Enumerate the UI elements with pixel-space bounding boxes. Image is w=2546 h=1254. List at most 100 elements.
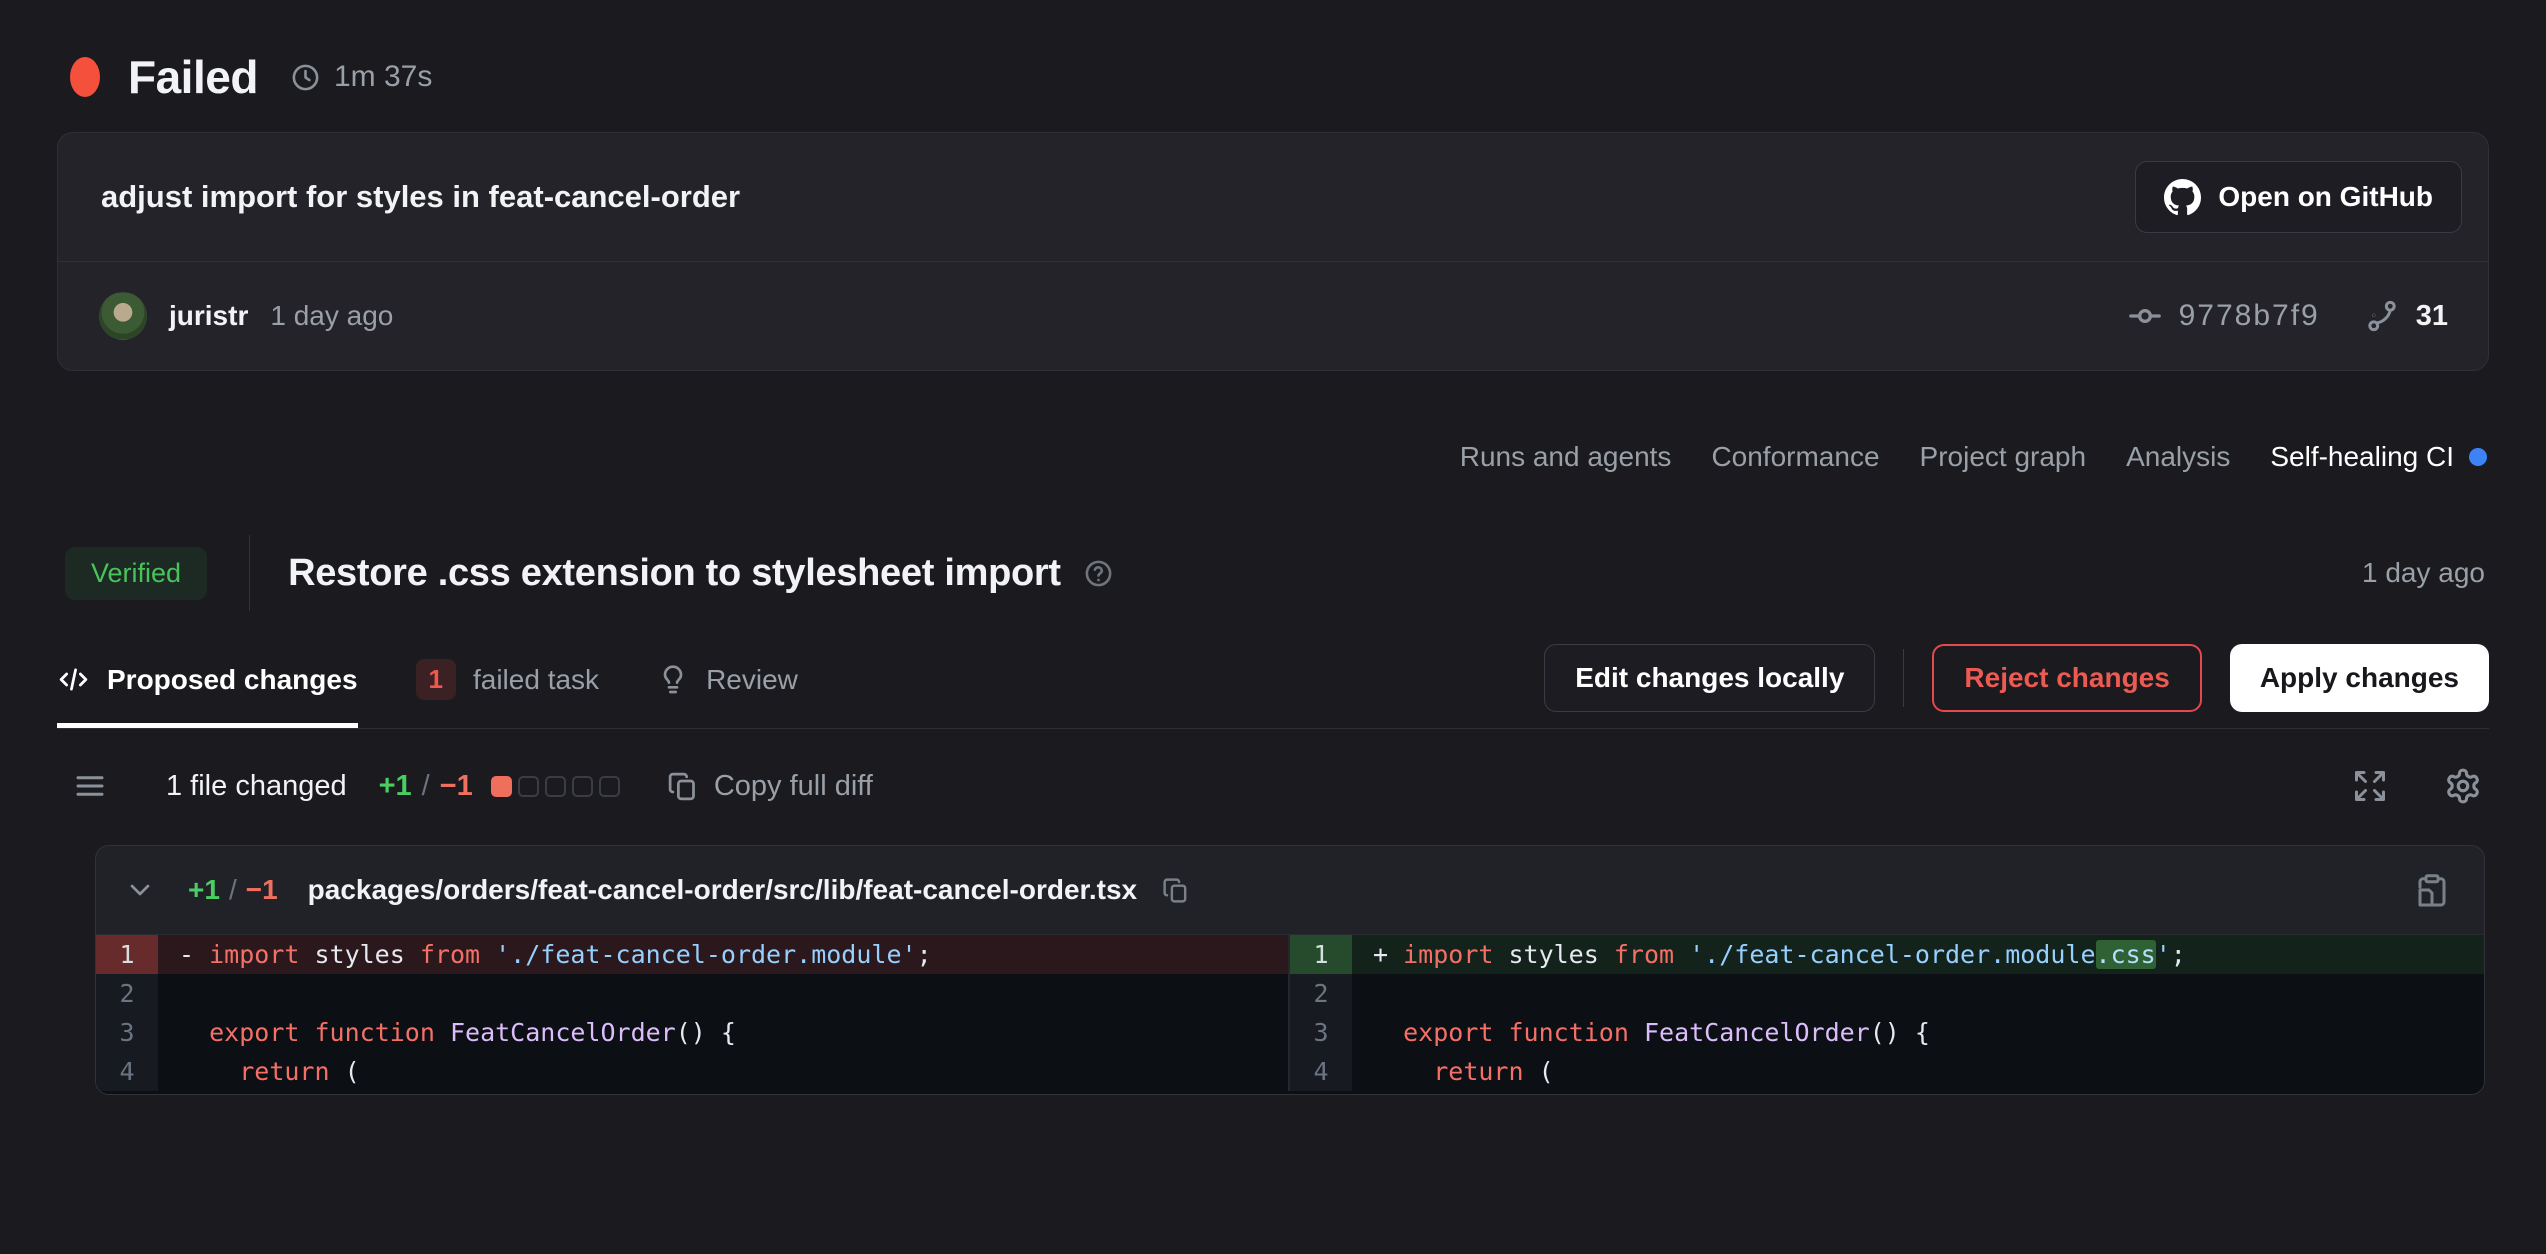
diff-line-old-2: 2 bbox=[96, 974, 1288, 1013]
code-line: return ( bbox=[1352, 1052, 1554, 1091]
line-number: 3 bbox=[1290, 1013, 1352, 1052]
diff-line-new-1: 1+ import styles from './feat-cancel-ord… bbox=[1290, 935, 2484, 974]
file-path: packages/orders/feat-cancel-order/src/li… bbox=[308, 874, 1137, 906]
diff-line-new-3: 3 export function FeatCancelOrder() { bbox=[1290, 1013, 2484, 1052]
copy-full-diff-label: Copy full diff bbox=[714, 770, 873, 803]
line-number: 3 bbox=[96, 1013, 158, 1052]
copy-file-diff-icon[interactable] bbox=[2414, 872, 2450, 908]
commit-message: adjust import for styles in feat-cancel-… bbox=[101, 179, 740, 215]
fix-time-ago: 1 day ago bbox=[2362, 557, 2485, 589]
line-number: 1 bbox=[96, 935, 158, 974]
commit-card: adjust import for styles in feat-cancel-… bbox=[57, 132, 2489, 371]
commit-time-ago: 1 day ago bbox=[270, 300, 393, 332]
pipeline-duration-value: 1m 37s bbox=[334, 60, 432, 94]
github-icon bbox=[2164, 179, 2201, 216]
diff-line-new-2: 2 bbox=[1290, 974, 2484, 1013]
tab-failed-task-label: failed task bbox=[473, 664, 599, 696]
fix-header: Verified Restore .css extension to style… bbox=[0, 473, 2546, 611]
diff-file-card: +1 / −1 packages/orders/feat-cancel-orde… bbox=[95, 845, 2485, 1095]
file-deletions: −1 bbox=[246, 874, 278, 906]
nav-item-runs-and-agents[interactable]: Runs and agents bbox=[1460, 441, 1672, 473]
diff-block bbox=[545, 776, 566, 797]
deletions-count: −1 bbox=[440, 770, 473, 803]
open-on-github-button[interactable]: Open on GitHub bbox=[2135, 161, 2462, 233]
tab-review-label: Review bbox=[706, 664, 798, 696]
diff-block bbox=[599, 776, 620, 797]
tab-review[interactable]: Review bbox=[657, 659, 798, 728]
pipeline-status-row: Failed 1m 37s bbox=[0, 0, 2546, 104]
line-number: 4 bbox=[1290, 1052, 1352, 1091]
commit-meta-row: juristr 1 day ago 9778b7f9 31 bbox=[58, 262, 2488, 370]
line-number: 1 bbox=[1290, 935, 1352, 974]
additions-count: +1 bbox=[379, 770, 412, 803]
open-on-github-label: Open on GitHub bbox=[2218, 181, 2433, 213]
diff-ratio-blocks bbox=[491, 776, 620, 797]
divider bbox=[1903, 649, 1904, 707]
diff-toolbar: 1 file changed +1 / −1 Copy full diff bbox=[72, 767, 2482, 805]
code-line: + import styles from './feat-cancel-orde… bbox=[1352, 935, 2186, 974]
copy-full-diff-button[interactable]: Copy full diff bbox=[666, 770, 873, 803]
fix-title: Restore .css extension to stylesheet imp… bbox=[288, 552, 1061, 595]
commit-sha-value: 9778b7f9 bbox=[2179, 299, 2320, 333]
help-icon[interactable] bbox=[1083, 558, 1114, 589]
code-line: return ( bbox=[158, 1052, 360, 1091]
code-line bbox=[158, 974, 179, 1013]
file-diff-stats: +1 / −1 bbox=[188, 874, 278, 906]
nav-item-self-healing-ci[interactable]: Self-healing CI bbox=[2270, 441, 2487, 473]
commit-sha[interactable]: 9778b7f9 bbox=[2125, 296, 2320, 336]
code-line bbox=[1352, 974, 1373, 1013]
diff-line-new-4: 4 return ( bbox=[1290, 1052, 2484, 1091]
nav-item-analysis[interactable]: Analysis bbox=[2126, 441, 2230, 473]
files-changed-count: 1 file changed bbox=[166, 770, 347, 803]
line-number: 2 bbox=[96, 974, 158, 1013]
pipeline-nav: Runs and agents Conformance Project graph A… bbox=[0, 371, 2546, 473]
branch-link[interactable]: 31 bbox=[2364, 298, 2448, 334]
reject-changes-button[interactable]: Reject changes bbox=[1932, 644, 2201, 712]
tab-proposed-changes[interactable]: Proposed changes bbox=[57, 659, 358, 728]
line-number: 4 bbox=[96, 1052, 158, 1091]
file-additions: +1 bbox=[188, 874, 220, 906]
lightbulb-icon bbox=[657, 664, 689, 696]
commit-icon bbox=[2125, 296, 2165, 336]
pipeline-status-label: Failed bbox=[128, 50, 258, 104]
diff-line-old-1: 1- import styles from './feat-cancel-ord… bbox=[96, 935, 1288, 974]
file-list-menu-icon[interactable] bbox=[72, 768, 108, 804]
diff-pane-old: 1- import styles from './feat-cancel-ord… bbox=[96, 935, 1290, 1091]
code-icon bbox=[57, 663, 90, 696]
commit-title-row: adjust import for styles in feat-cancel-… bbox=[58, 133, 2488, 262]
nav-item-conformance[interactable]: Conformance bbox=[1711, 441, 1879, 473]
failed-status-icon bbox=[70, 57, 100, 97]
diff-block-filled bbox=[491, 776, 512, 797]
branch-number: 31 bbox=[2416, 300, 2448, 333]
apply-changes-button[interactable]: Apply changes bbox=[2230, 644, 2489, 712]
copy-path-icon[interactable] bbox=[1161, 876, 1190, 905]
verified-badge: Verified bbox=[65, 547, 207, 600]
diff-pane-new: 1+ import styles from './feat-cancel-ord… bbox=[1290, 935, 2484, 1091]
fix-tabs-row: Proposed changes 1 failed task Review Ed… bbox=[57, 645, 2489, 729]
clock-icon bbox=[290, 62, 321, 93]
diff-line-old-4: 4 return ( bbox=[96, 1052, 1288, 1091]
code-line: export function FeatCancelOrder() { bbox=[158, 1013, 736, 1052]
new-feature-dot bbox=[2469, 448, 2487, 466]
edit-changes-locally-button[interactable]: Edit changes locally bbox=[1544, 644, 1875, 712]
divider bbox=[249, 535, 250, 611]
line-number: 2 bbox=[1290, 974, 1352, 1013]
copy-icon bbox=[666, 770, 699, 803]
diff-block bbox=[518, 776, 539, 797]
gear-icon[interactable] bbox=[2444, 767, 2482, 805]
author-avatar bbox=[99, 292, 147, 340]
diff-line-old-3: 3 export function FeatCancelOrder() { bbox=[96, 1013, 1288, 1052]
code-line: - import styles from './feat-cancel-orde… bbox=[158, 935, 932, 974]
failed-task-count-badge: 1 bbox=[416, 659, 456, 700]
pipeline-duration: 1m 37s bbox=[290, 60, 432, 94]
git-branch-icon bbox=[2364, 298, 2400, 334]
chevron-down-icon[interactable] bbox=[124, 874, 156, 906]
diff-block bbox=[572, 776, 593, 797]
diff-stats: +1 / −1 bbox=[379, 770, 473, 803]
tab-failed-task[interactable]: 1 failed task bbox=[416, 659, 600, 728]
diff-file-header: +1 / −1 packages/orders/feat-cancel-orde… bbox=[96, 846, 2484, 934]
author-name: juristr bbox=[169, 300, 248, 332]
nav-item-project-graph[interactable]: Project graph bbox=[1920, 441, 2087, 473]
diff-split-view: 1- import styles from './feat-cancel-ord… bbox=[96, 934, 2484, 1094]
expand-icon[interactable] bbox=[2352, 768, 2388, 804]
